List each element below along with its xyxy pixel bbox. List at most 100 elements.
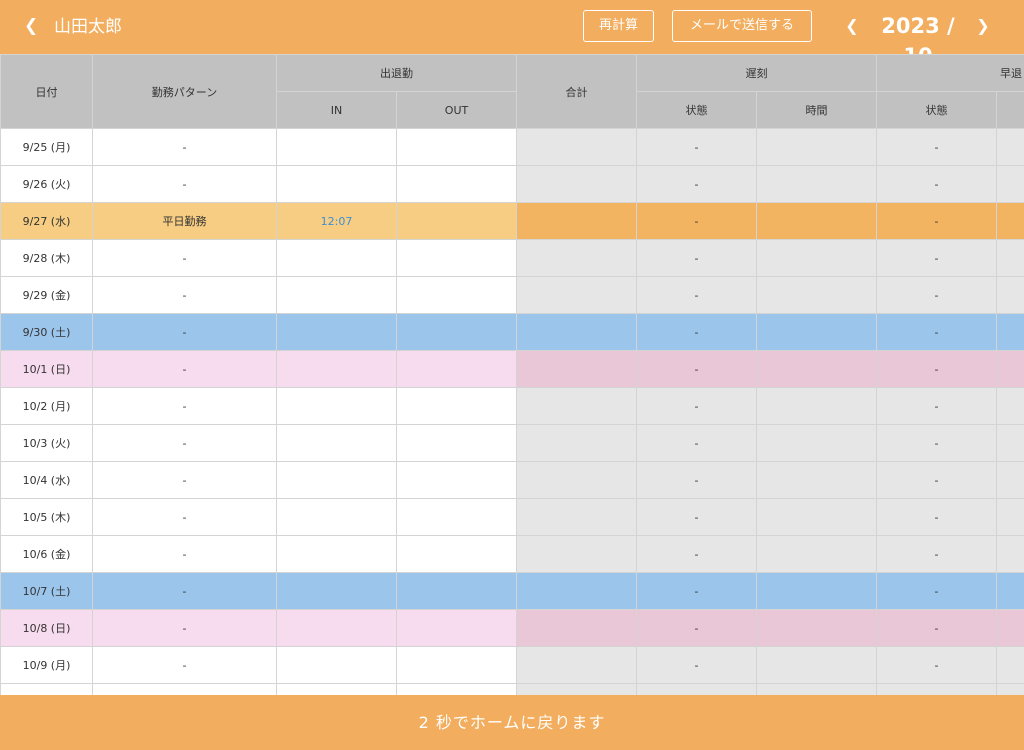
extra-cell bbox=[996, 202, 1024, 240]
chevron-left-icon: ❮ bbox=[845, 16, 859, 35]
out-cell[interactable] bbox=[396, 609, 517, 647]
extra-cell bbox=[996, 165, 1024, 203]
table-row[interactable]: 9/25 (月) - - - bbox=[0, 128, 1024, 166]
user-name: 山田太郎 bbox=[54, 17, 122, 37]
in-cell[interactable] bbox=[276, 535, 397, 573]
late-status-cell: - bbox=[636, 128, 757, 166]
date-cell: 10/5 (木) bbox=[0, 498, 93, 536]
late-status-cell: - bbox=[636, 387, 757, 425]
late-status-cell: - bbox=[636, 424, 757, 462]
table-row[interactable]: 10/5 (木) - - - bbox=[0, 498, 1024, 536]
in-cell[interactable] bbox=[276, 276, 397, 314]
next-month-button[interactable]: ❯ bbox=[974, 13, 992, 39]
total-cell bbox=[516, 683, 637, 695]
in-cell[interactable] bbox=[276, 424, 397, 462]
out-cell[interactable] bbox=[396, 313, 517, 351]
early-status-cell: - bbox=[876, 350, 997, 388]
in-cell[interactable] bbox=[276, 683, 397, 695]
date-cell: 10/6 (金) bbox=[0, 535, 93, 573]
in-cell[interactable] bbox=[276, 609, 397, 647]
table-row[interactable]: 10/2 (月) - - - bbox=[0, 387, 1024, 425]
header-late: 遅刻 bbox=[636, 54, 877, 92]
out-cell[interactable] bbox=[396, 646, 517, 684]
early-status-cell: - bbox=[876, 313, 997, 351]
table-row[interactable] bbox=[0, 683, 1024, 695]
in-cell[interactable] bbox=[276, 498, 397, 536]
in-cell[interactable] bbox=[276, 646, 397, 684]
early-status-cell: - bbox=[876, 498, 997, 536]
table-row[interactable]: 10/3 (火) - - - bbox=[0, 424, 1024, 462]
date-cell bbox=[0, 683, 93, 695]
out-cell[interactable] bbox=[396, 387, 517, 425]
header-attendance: 出退勤 bbox=[276, 54, 517, 92]
prev-month-button[interactable]: ❮ bbox=[843, 13, 861, 39]
early-status-cell: - bbox=[876, 609, 997, 647]
out-cell[interactable] bbox=[396, 683, 517, 695]
extra-cell bbox=[996, 535, 1024, 573]
table-row[interactable]: 10/9 (月) - - - bbox=[0, 646, 1024, 684]
out-cell[interactable] bbox=[396, 350, 517, 388]
header-in: IN bbox=[276, 91, 397, 129]
date-cell: 10/9 (月) bbox=[0, 646, 93, 684]
out-cell[interactable] bbox=[396, 498, 517, 536]
pattern-cell: - bbox=[92, 387, 277, 425]
app-header: ❮ 山田太郎 再計算 メールで送信する ❮ 2023 / 10 ❯ bbox=[0, 0, 1024, 68]
out-cell[interactable] bbox=[396, 572, 517, 610]
in-cell[interactable]: 12:07 bbox=[276, 202, 397, 240]
late-time-cell bbox=[756, 350, 877, 388]
late-time-cell bbox=[756, 683, 877, 695]
table-row[interactable]: 9/30 (土) - - - bbox=[0, 313, 1024, 351]
table-row[interactable]: 10/1 (日) - - - bbox=[0, 350, 1024, 388]
table-row[interactable]: 10/8 (日) - - - bbox=[0, 609, 1024, 647]
in-cell[interactable] bbox=[276, 572, 397, 610]
out-cell[interactable] bbox=[396, 424, 517, 462]
table-row[interactable]: 9/26 (火) - - - bbox=[0, 165, 1024, 203]
table-row[interactable]: 10/4 (水) - - - bbox=[0, 461, 1024, 499]
in-cell[interactable] bbox=[276, 461, 397, 499]
extra-cell bbox=[996, 128, 1024, 166]
pattern-cell: - bbox=[92, 535, 277, 573]
late-status-cell: - bbox=[636, 461, 757, 499]
send-mail-button[interactable]: メールで送信する bbox=[672, 10, 812, 42]
out-cell[interactable] bbox=[396, 239, 517, 277]
late-status-cell: - bbox=[636, 646, 757, 684]
pattern-cell: - bbox=[92, 128, 277, 166]
date-cell: 9/27 (水) bbox=[0, 202, 93, 240]
early-status-cell: - bbox=[876, 424, 997, 462]
in-cell[interactable] bbox=[276, 128, 397, 166]
late-status-cell: - bbox=[636, 350, 757, 388]
extra-cell bbox=[996, 350, 1024, 388]
out-cell[interactable] bbox=[396, 128, 517, 166]
late-status-cell: - bbox=[636, 202, 757, 240]
out-cell[interactable] bbox=[396, 461, 517, 499]
table-row[interactable]: 9/29 (金) - - - bbox=[0, 276, 1024, 314]
late-time-cell bbox=[756, 646, 877, 684]
total-cell bbox=[516, 239, 637, 277]
table-row[interactable]: 10/6 (金) - - - bbox=[0, 535, 1024, 573]
date-cell: 9/28 (木) bbox=[0, 239, 93, 277]
pattern-cell: - bbox=[92, 646, 277, 684]
in-cell[interactable] bbox=[276, 350, 397, 388]
early-status-cell: - bbox=[876, 387, 997, 425]
in-cell[interactable] bbox=[276, 165, 397, 203]
date-cell: 9/26 (火) bbox=[0, 165, 93, 203]
extra-cell bbox=[996, 683, 1024, 695]
in-cell[interactable] bbox=[276, 387, 397, 425]
pattern-cell: - bbox=[92, 461, 277, 499]
chevron-left-icon: ❮ bbox=[24, 16, 39, 36]
late-time-cell bbox=[756, 572, 877, 610]
table-row[interactable]: 9/27 (水) 平日勤務 12:07 - - bbox=[0, 202, 1024, 240]
back-button[interactable]: ❮ bbox=[24, 13, 44, 39]
table-row[interactable]: 9/28 (木) - - - bbox=[0, 239, 1024, 277]
out-cell[interactable] bbox=[396, 165, 517, 203]
pattern-cell: - bbox=[92, 424, 277, 462]
recalculate-button[interactable]: 再計算 bbox=[583, 10, 654, 42]
out-cell[interactable] bbox=[396, 535, 517, 573]
in-cell[interactable] bbox=[276, 313, 397, 351]
out-cell[interactable] bbox=[396, 202, 517, 240]
in-cell[interactable] bbox=[276, 239, 397, 277]
out-cell[interactable] bbox=[396, 276, 517, 314]
early-status-cell: - bbox=[876, 202, 997, 240]
attendance-table-container[interactable]: 日付 勤務パターン 出退勤 合計 遅刻 早退 IN OUT 状態 時間 状態 9… bbox=[0, 54, 1024, 695]
table-row[interactable]: 10/7 (土) - - - bbox=[0, 572, 1024, 610]
